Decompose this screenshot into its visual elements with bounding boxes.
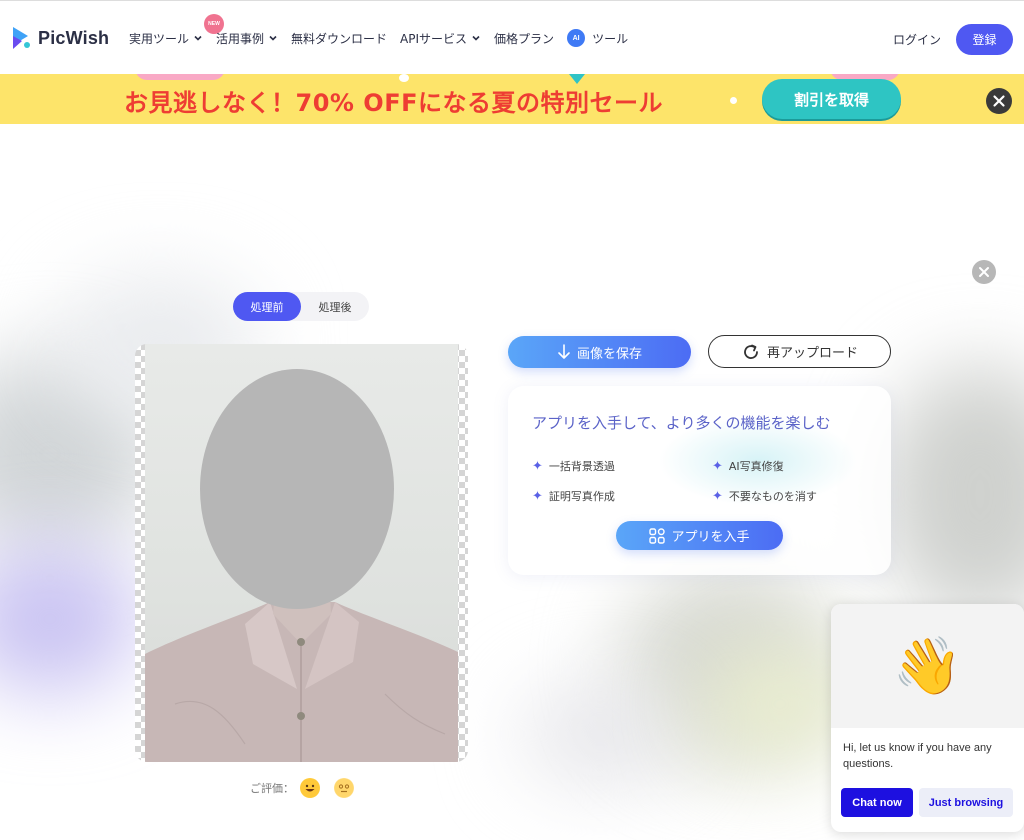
- get-discount-button[interactable]: 割引を取得: [762, 79, 901, 119]
- portrait-illustration: [145, 369, 458, 762]
- nav-item-label: 価格プラン: [494, 31, 555, 46]
- nav-item-pricing[interactable]: 価格プラン: [494, 30, 554, 47]
- sparkle-icon: ✦: [532, 458, 543, 474]
- nav-item-label: APIサービス: [400, 31, 468, 46]
- nav-item-use-cases[interactable]: 活用事例: [216, 30, 278, 47]
- tab-before[interactable]: 処理前: [233, 292, 301, 321]
- promo-headline: お見逃しなく！70% OFFになる夏の特別セール: [124, 89, 663, 117]
- chevron-down-icon: [194, 35, 202, 41]
- save-image-label: 画像を保存: [576, 346, 642, 362]
- decorative-shape: [135, 74, 225, 80]
- picwish-logo-icon: [10, 25, 32, 51]
- sparkle-icon: ✦: [532, 488, 543, 504]
- decorative-dot: [399, 74, 409, 82]
- chat-now-button[interactable]: Chat now: [841, 788, 913, 817]
- promo-close-button[interactable]: [986, 88, 1012, 114]
- portrait-photo: [145, 344, 458, 762]
- ai-badge-icon: AI: [567, 29, 586, 47]
- reupload-button[interactable]: 再アップロード: [708, 335, 891, 368]
- before-after-toggle: 処理前 処理後: [233, 292, 369, 321]
- feature-label: 証明写真作成: [548, 490, 615, 503]
- register-button[interactable]: 登録: [956, 24, 1013, 55]
- feature-label: 不要なものを消す: [728, 490, 817, 503]
- get-app-button[interactable]: アプリを入手: [616, 521, 783, 550]
- rating-label: ご評価：: [250, 782, 294, 795]
- image-preview: [135, 344, 468, 762]
- waving-hand-icon: 👋: [831, 604, 1024, 728]
- main-nav: 実用ツール 活用事例 無料ダウンロード APIサービス 価格プラン AI ツール: [129, 29, 641, 47]
- apps-grid-icon: [649, 527, 666, 544]
- nav-item-api-service[interactable]: APIサービス: [400, 30, 481, 47]
- just-browsing-button[interactable]: Just browsing: [919, 788, 1013, 817]
- chat-actions: Chat now Just browsing: [841, 788, 1013, 817]
- login-link[interactable]: ログイン: [893, 31, 941, 48]
- neutral-face-icon[interactable]: [334, 778, 354, 798]
- save-image-button[interactable]: 画像を保存: [508, 336, 691, 368]
- feature-item: ✦ 一括背景透過: [532, 458, 615, 474]
- reupload-label: 再アップロード: [766, 346, 858, 361]
- happy-face-icon[interactable]: [300, 778, 320, 798]
- tab-after[interactable]: 処理後: [301, 292, 369, 321]
- get-app-label: アプリを入手: [671, 530, 750, 545]
- promo-banner: お見逃しなく！70% OFFになる夏の特別セール 割引を取得: [0, 74, 1024, 124]
- logo-text: PicWish: [38, 27, 110, 48]
- nav-item-label: ツール: [592, 31, 629, 46]
- picwish-logo[interactable]: PicWish: [10, 25, 109, 51]
- top-navigation-bar: PicWish NEW 実用ツール 活用事例 無料ダウンロード APIサービス …: [0, 0, 1024, 74]
- close-icon: [979, 267, 989, 277]
- app-promo-title: アプリを入手して、より多くの機能を楽しむ: [532, 414, 831, 432]
- nav-item-label: 活用事例: [216, 31, 265, 46]
- nav-item-free-download[interactable]: 無料ダウンロード: [291, 30, 387, 47]
- feature-item: ✦ 不要なものを消す: [712, 488, 817, 504]
- chevron-down-icon: [472, 35, 480, 41]
- feature-label: 一括背景透過: [548, 460, 615, 473]
- sparkle-icon: ✦: [712, 458, 723, 474]
- decorative-dot: [730, 97, 737, 104]
- close-icon: [993, 95, 1005, 107]
- app-promo-card: アプリを入手して、より多くの機能を楽しむ ✦ 一括背景透過 ✦ AI写真修復 ✦…: [508, 386, 891, 575]
- nav-item-ai-tools[interactable]: AI ツール: [567, 29, 628, 47]
- nav-item-label: 実用ツール: [129, 31, 190, 46]
- feature-label: AI写真修復: [728, 460, 784, 473]
- chat-widget: 👋 Hi, let us know if you have any questi…: [831, 604, 1024, 832]
- download-arrow-icon: [557, 344, 571, 360]
- chevron-down-icon: [269, 35, 277, 41]
- nav-item-practical-tools[interactable]: 実用ツール: [129, 30, 203, 47]
- modal-close-button[interactable]: [972, 260, 996, 284]
- rating-row: ご評価：: [250, 778, 354, 798]
- feature-item: ✦ 証明写真作成: [532, 488, 615, 504]
- sparkle-icon: ✦: [712, 488, 723, 504]
- feature-item: ✦ AI写真修復: [712, 458, 784, 474]
- nav-item-label: 無料ダウンロード: [291, 31, 388, 46]
- refresh-icon: [741, 342, 761, 362]
- chat-message: Hi, let us know if you have any question…: [843, 742, 992, 770]
